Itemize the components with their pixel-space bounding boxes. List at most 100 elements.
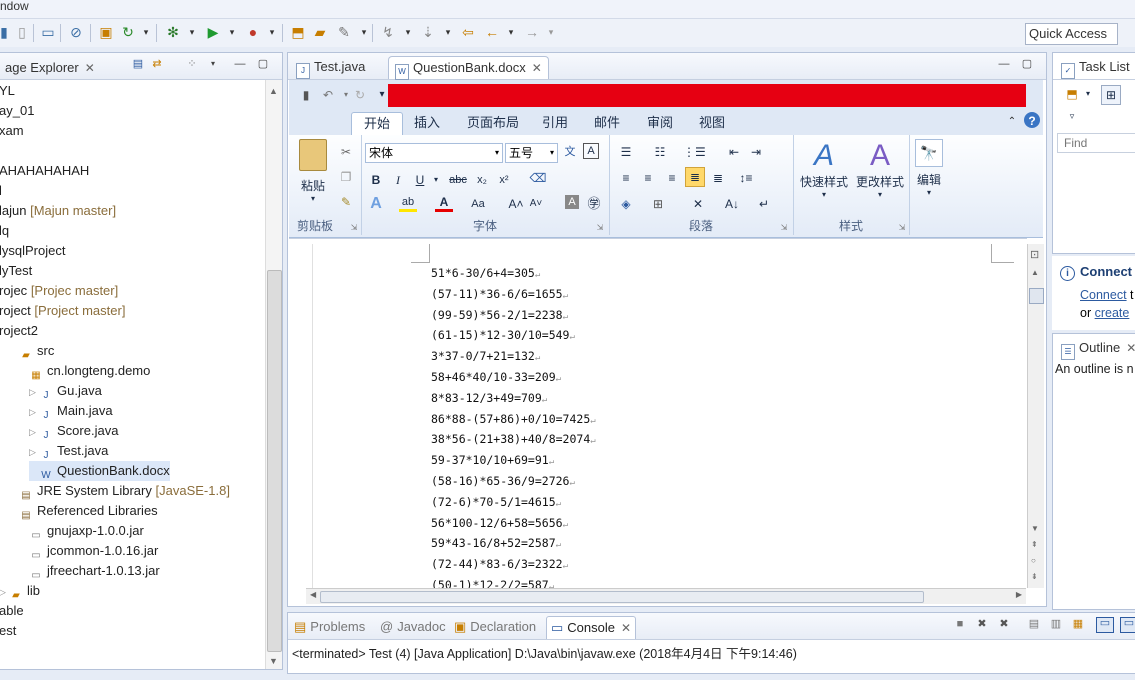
scroll-lock-icon[interactable]: ▥ [1050,619,1062,630]
tree-item[interactable]: roject [Project master] [0,301,125,321]
remove-launch-icon[interactable]: ✖ [976,619,988,630]
enclose-characters-icon[interactable]: ㊫ [585,195,603,213]
external-tools-icon[interactable]: ● [245,23,261,41]
chinese-layout-icon[interactable]: ✕ [689,195,707,213]
align-center-icon[interactable]: ≡ [639,169,657,187]
text-effects-icon[interactable]: A [367,195,385,213]
tree-item[interactable]: W QuestionBank.docx [29,461,170,481]
chevron-down-icon[interactable]: ▾ [1079,85,1097,103]
scroll-up-icon[interactable]: ▲ [269,86,278,96]
connect-link[interactable]: Connect [1080,288,1127,302]
document-page[interactable] [312,244,1014,588]
highlight-icon[interactable]: ab [399,195,417,212]
quick-styles-button[interactable]: A 快速样式 ▾ [797,139,851,199]
close-icon[interactable]: ✕ [1126,341,1135,355]
document-horizontal-scrollbar[interactable]: ◀ ▶ [306,588,1026,604]
scroll-down-icon[interactable]: ▼ [269,656,278,666]
view-menu-icon[interactable]: ⁘ [186,59,198,70]
copy-icon[interactable]: ❐ [337,168,355,186]
chevron-down-icon[interactable]: ▾ [427,171,445,189]
console-view-icon[interactable]: ▭ [40,23,56,41]
font-name-select[interactable]: 宋体 ▾ [365,143,503,163]
collapse-all-icon[interactable]: ▤ [132,59,144,70]
italic-icon[interactable]: I [389,171,407,189]
tab-mailings[interactable]: 邮件 [582,112,632,134]
chevron-down-icon[interactable]: ▾ [400,23,416,41]
link-editor-icon[interactable]: ⇄ [151,59,163,70]
tree-item[interactable]: YL [0,81,15,101]
skip-breakpoints-icon[interactable]: ⊘ [68,23,84,41]
tab-test-java[interactable]: J Test.java [290,56,371,79]
undo-icon[interactable]: ↶ [319,86,337,104]
chevron-down-icon[interactable]: ▿ [1063,107,1081,125]
run-icon[interactable]: ▶ [205,23,221,41]
scrollbar-thumb[interactable] [320,591,924,603]
show-marks-icon[interactable]: ↵ [755,195,773,213]
select-browse-object-icon[interactable]: ○ [1031,556,1036,565]
chevron-down-icon[interactable]: ▾ [184,23,200,41]
categorize-icon[interactable]: ⊞ [1101,85,1121,105]
forward-icon[interactable]: → [524,23,540,41]
expand-icon[interactable]: ▷ [29,422,39,442]
prev-annotation-icon[interactable]: ⇣ [420,23,436,41]
borders-icon[interactable]: ⊞ [649,195,667,213]
debug-icon[interactable]: ✻ [165,23,181,41]
quick-access-input[interactable]: Quick Access [1025,23,1118,45]
tab-references[interactable]: 引用 [530,112,580,134]
tab-javadoc[interactable]: @ Javadoc [376,616,450,638]
superscript-icon[interactable]: x² [495,171,513,189]
help-icon[interactable]: ? [1024,112,1040,128]
chevron-down-icon[interactable]: ▾ [543,23,559,41]
collapse-ribbon-icon[interactable]: ⌃ [1003,113,1021,131]
character-border-icon[interactable]: A [583,143,599,159]
close-icon[interactable]: ✕ [621,621,631,635]
tab-view[interactable]: 视图 [687,112,737,134]
clear-console-icon[interactable]: ▤ [1028,619,1040,630]
cut-icon[interactable]: ✂ [337,143,355,161]
decrease-indent-icon[interactable]: ⇤ [725,143,743,161]
align-left-icon[interactable]: ≡ [617,169,635,187]
increase-indent-icon[interactable]: ⇥ [747,143,765,161]
format-painter-icon[interactable]: ✎ [337,193,355,211]
chevron-down-icon[interactable]: ▾ [207,59,219,69]
redo-icon[interactable]: ↻ [351,86,369,104]
previous-page-icon[interactable]: ⇞ [1031,540,1038,549]
minimize-icon[interactable]: — [234,59,246,70]
tree-item[interactable]: ▰ src [9,341,54,361]
tree-item[interactable]: lajun [Majun master] [0,201,116,221]
tree-item[interactable]: ay_01 [0,101,34,121]
tree-item[interactable]: ▤ JRE System Library [JavaSE-1.8] [9,481,230,501]
character-shading-icon[interactable]: A [565,195,579,209]
create-link[interactable]: create [1095,306,1130,320]
bold-icon[interactable]: B [367,171,385,189]
tree-item[interactable]: ▷ J Gu.java [29,381,102,401]
font-size-select[interactable]: 五号 ▾ [505,143,558,163]
next-annotation-icon[interactable]: ↯ [380,23,396,41]
tab-insert[interactable]: 插入 [402,112,452,134]
scroll-right-icon[interactable]: ▶ [1016,590,1022,599]
document-vertical-scrollbar[interactable]: ⊡ ▲ ▼ ⇞ ○ ⇟ [1027,244,1044,588]
scroll-down-icon[interactable]: ▼ [1031,524,1039,533]
maximize-icon[interactable]: ▢ [1021,59,1033,70]
tab-problems[interactable]: ▤ Problems [290,616,369,638]
scroll-up-icon[interactable]: ▲ [1031,268,1039,277]
tree-item[interactable]: ▷ J Score.java [29,421,118,441]
scrollbar-thumb[interactable] [1029,288,1044,304]
tab-declaration[interactable]: ▣ Declaration [450,616,540,638]
shading-icon[interactable]: ◈ [617,195,635,213]
task-list-tab[interactable]: ✓ Task List [1055,56,1135,79]
chevron-down-icon[interactable]: ▾ [503,23,519,41]
tab-questionbank-docx[interactable]: W QuestionBank.docx ✕ [388,56,549,80]
dialog-launcher-icon[interactable]: ⇲ [591,219,609,237]
tree-item[interactable]: able [0,601,24,621]
last-edit-icon[interactable]: ⇦ [460,23,476,41]
tree-item[interactable]: ▭ gnujaxp-1.0.0.jar [19,521,144,541]
font-color-icon[interactable]: A [435,195,453,212]
sort-icon[interactable]: A↓ [723,195,741,213]
tab-home[interactable]: 开始 [351,112,404,136]
edit-button[interactable]: 🔭 编辑 ▾ [913,139,945,197]
numbering-icon[interactable]: ☷ [651,143,669,161]
refresh-icon[interactable]: ↻ [120,23,136,41]
maximize-icon[interactable]: ▢ [257,59,269,70]
tree-item[interactable]: ▭ jcommon-1.0.16.jar [19,541,158,561]
